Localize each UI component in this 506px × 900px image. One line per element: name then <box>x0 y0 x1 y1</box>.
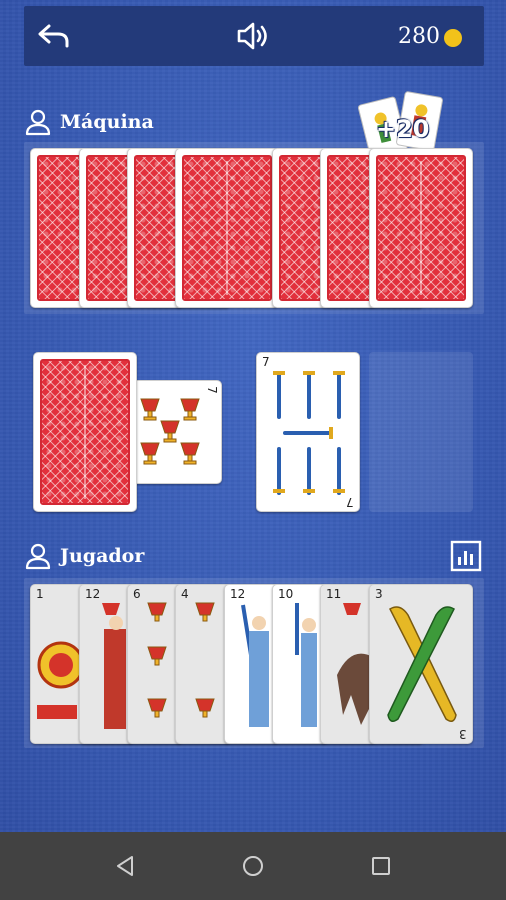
card-number: 4 <box>181 587 189 601</box>
bonus-points: +20 <box>376 115 430 143</box>
trump-card-number: 7 <box>205 386 220 394</box>
card-number: 1 <box>36 587 44 601</box>
card-number: 11 <box>326 587 342 601</box>
played-card-number-bottom: 7 <box>346 495 354 509</box>
opponent-card <box>369 148 473 308</box>
played-card-number: 7 <box>262 355 270 369</box>
card-number: 12 <box>85 587 101 601</box>
nav-back-icon[interactable] <box>114 854 138 878</box>
coin-count: 280 <box>398 23 440 49</box>
player-name: Jugador <box>60 545 145 567</box>
user-icon <box>25 109 51 136</box>
card-number: 6 <box>133 587 141 601</box>
opponent-card <box>175 148 279 308</box>
club-suit-icon <box>387 606 457 722</box>
card-number: 12 <box>230 587 246 601</box>
sword-suit-icon <box>273 371 345 495</box>
played-card: 7 7 <box>256 352 360 512</box>
coin-icon <box>444 29 462 47</box>
undo-arrow-icon[interactable] <box>36 20 72 52</box>
opponent-label: Máquina <box>24 108 154 136</box>
coin-balance: 280 <box>398 22 462 50</box>
card-number: 3 <box>375 587 383 601</box>
empty-card-slot <box>369 352 473 512</box>
nav-recents-icon[interactable] <box>369 854 393 878</box>
top-bar: 280 <box>24 6 484 66</box>
speaker-icon[interactable] <box>234 20 274 52</box>
nav-home-icon[interactable] <box>241 854 265 878</box>
player-label: Jugador <box>24 542 144 570</box>
hand-card[interactable]: 3 3 <box>369 584 473 744</box>
card-number-bottom: 3 <box>459 727 467 741</box>
system-nav-bar <box>0 832 506 900</box>
bar-chart-icon[interactable] <box>450 540 482 572</box>
deck-pile[interactable] <box>33 352 137 512</box>
user-icon <box>25 543 51 570</box>
opponent-name: Máquina <box>60 111 154 133</box>
card-number: 10 <box>278 587 294 601</box>
